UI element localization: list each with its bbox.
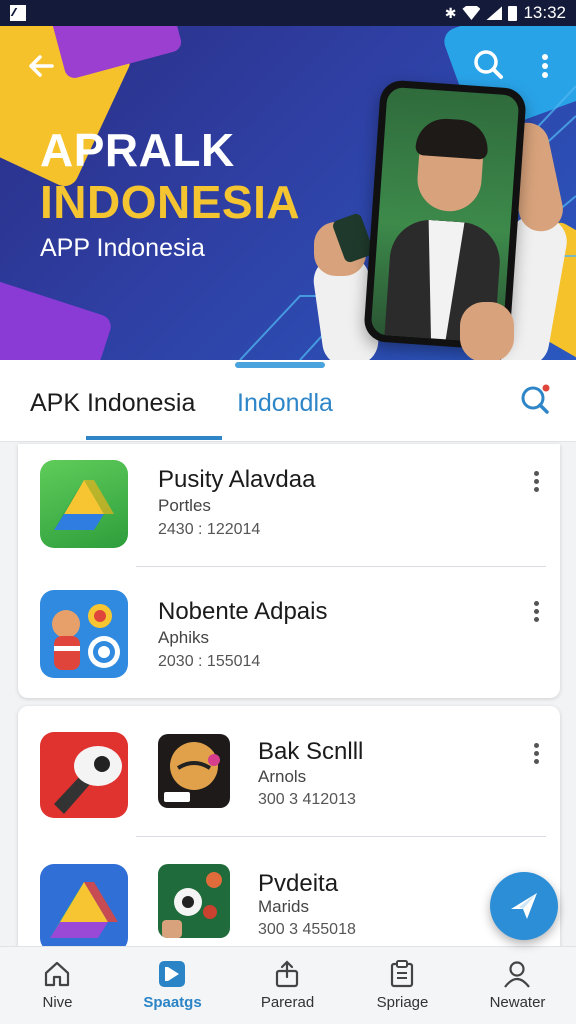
character-target-icon [40, 590, 128, 678]
home-icon [44, 961, 70, 987]
send-icon [511, 893, 537, 919]
nav-label: Newater [489, 994, 546, 1011]
drag-handle[interactable] [235, 362, 325, 368]
upload-icon [275, 960, 299, 988]
app-list-card: Bak Scnlll Arnols 300 3 412013 Pvdeita M… [18, 706, 560, 966]
nav-item-spriage[interactable]: Spriage [345, 947, 460, 1024]
status-bar: ✱ 13:32 [0, 0, 576, 26]
more-vertical-icon[interactable] [526, 740, 546, 770]
tab-search-button[interactable] [516, 380, 556, 420]
app-meta: 300 3 412013 [258, 791, 356, 808]
hero-subtitle: APP Indonesia [40, 234, 205, 262]
bottom-navigation: Nive Spaatgs Parerad Spriage Newater [0, 946, 576, 1024]
red-camera-tool-icon [40, 732, 128, 818]
app-name: Nobente Adpais [158, 598, 328, 625]
list-item[interactable]: Bak Scnlll Arnols 300 3 412013 [18, 712, 560, 832]
bluetooth-icon: ✱ [444, 4, 457, 21]
person-hand [460, 302, 514, 360]
search-icon [521, 384, 550, 414]
wifi-icon [462, 6, 481, 20]
hero-title: APRALK [40, 124, 235, 176]
list-item[interactable]: Pusity Alavdaa Portles 2430 : 122014 [18, 448, 560, 568]
arrow-left-icon [29, 55, 54, 77]
game-character-icon [158, 734, 230, 808]
notification-icon [10, 5, 26, 21]
back-button[interactable] [22, 46, 62, 86]
hero-banner: APRALK INDONESIA APP Indonesia [0, 26, 576, 360]
status-indicators: ✱ 13:32 [445, 3, 566, 23]
app-screen: ✱ 13:32 APRALK INDONESIA APP Indonesia A… [0, 0, 576, 1024]
nav-label: Spriage [376, 994, 429, 1011]
divider [136, 566, 546, 567]
tab-bar: APK Indonesia Indondla [0, 360, 576, 442]
app-meta: 2430 : 122014 [158, 521, 261, 538]
google-drive-icon [40, 460, 128, 548]
green-game-icon [158, 864, 230, 938]
active-tab-indicator [86, 436, 222, 440]
more-options-button[interactable] [530, 46, 560, 86]
nav-label: Parerad [260, 994, 315, 1011]
more-vertical-icon[interactable] [526, 598, 546, 628]
drive-triangle-icon [40, 864, 128, 952]
battery-icon [508, 5, 518, 21]
list-item[interactable]: Nobente Adpais Aphiks 2030 : 155014 [18, 578, 560, 698]
status-time: 13:32 [523, 3, 566, 22]
tab-indondla[interactable]: Indondla [237, 388, 333, 418]
nav-item-newater[interactable]: Newater [460, 947, 575, 1024]
more-vertical-icon [542, 54, 548, 78]
app-list-card: Pusity Alavdaa Portles 2430 : 122014 Nob [18, 444, 560, 698]
app-name: Pvdeita [258, 870, 339, 897]
app-developer: Aphiks [158, 628, 210, 647]
app-meta: 300 3 455018 [258, 921, 356, 938]
app-name: Pusity Alavdaa [158, 466, 316, 493]
search-icon [474, 50, 503, 79]
nav-label: Nive [42, 994, 73, 1011]
app-developer: Marids [258, 897, 310, 916]
nav-label: Spaatgs [143, 994, 202, 1011]
signal-icon [486, 6, 503, 20]
more-vertical-icon[interactable] [526, 468, 546, 498]
person-icon [504, 961, 530, 988]
share-fab-button[interactable] [490, 872, 558, 940]
hero-title-highlight: INDONESIA [40, 176, 301, 228]
person-hair [415, 116, 490, 160]
app-meta: 2030 : 155014 [158, 653, 261, 670]
clipboard-icon [390, 960, 414, 988]
app-name: Bak Scnlll [258, 738, 364, 765]
nav-item-spaatgs[interactable]: Spaatgs [115, 947, 230, 1024]
search-button[interactable] [468, 44, 508, 84]
divider [136, 836, 546, 837]
nav-item-nive[interactable]: Nive [0, 947, 115, 1024]
tab-apk-indonesia[interactable]: APK Indonesia [30, 388, 195, 418]
play-store-icon [159, 961, 185, 987]
nav-item-parerad[interactable]: Parerad [230, 947, 345, 1024]
app-developer: Portles [158, 496, 211, 515]
app-developer: Arnols [258, 767, 307, 786]
